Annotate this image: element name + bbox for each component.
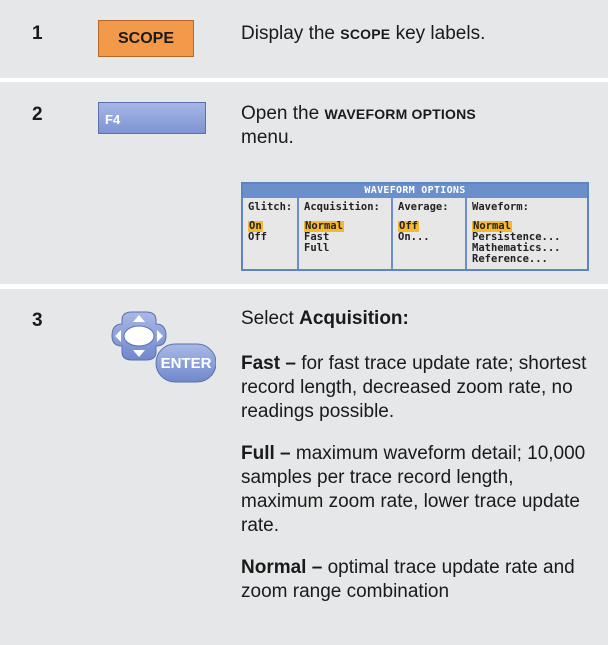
option[interactable]: On... bbox=[398, 232, 430, 243]
desc-key-name: SCOPE bbox=[340, 26, 391, 42]
option-list: Normal Fast Full bbox=[304, 221, 344, 254]
desc-item-normal: Normal – optimal trace update rate and z… bbox=[241, 556, 591, 604]
step-description: Open the WAVEFORM OPTIONS menu. bbox=[241, 102, 591, 150]
option[interactable]: Off bbox=[248, 232, 267, 243]
menu-title: WAVEFORM OPTIONS bbox=[243, 184, 587, 198]
pad-center bbox=[123, 325, 155, 347]
navigation-keypad-icon[interactable]: ENTER bbox=[96, 306, 216, 386]
enter-key-label: ENTER bbox=[161, 355, 212, 372]
desc-text: Select bbox=[241, 308, 300, 329]
option[interactable]: Full bbox=[304, 243, 344, 254]
item-text: maximum waveform detail; 10,000 samples … bbox=[241, 443, 586, 536]
scope-key[interactable]: SCOPE bbox=[98, 20, 194, 57]
step-number: 3 bbox=[32, 310, 43, 331]
desc-text: key labels. bbox=[390, 23, 486, 44]
desc-text: Open the bbox=[241, 103, 325, 124]
menu-column-glitch: Glitch: On Off bbox=[243, 198, 297, 269]
desc-text: Display the bbox=[241, 23, 341, 44]
step-row-3: 3 ENTER Select Acquisition: Fast – for f… bbox=[0, 289, 608, 645]
item-term: Fast – bbox=[241, 353, 296, 374]
step-description: Display the SCOPE key labels. bbox=[241, 22, 591, 46]
desc-bold: Acquisition: bbox=[299, 308, 409, 329]
menu-column-average: Average: Off On... bbox=[391, 198, 465, 269]
column-header: Glitch: bbox=[248, 201, 293, 213]
desc-item-fast: Fast – for fast trace update rate; short… bbox=[241, 352, 591, 424]
option-list: On Off bbox=[248, 221, 267, 243]
menu-column-acquisition: Acquisition: Normal Fast Full bbox=[297, 198, 391, 269]
menu-columns: Glitch: On Off Acquisition: Normal Fast … bbox=[243, 198, 587, 269]
manual-page: 1 SCOPE Display the SCOPE key labels. 2 … bbox=[0, 0, 608, 645]
step-number: 1 bbox=[32, 23, 43, 44]
option-list: Normal Persistence... Mathematics... Ref… bbox=[472, 221, 561, 265]
item-term: Normal – bbox=[241, 557, 323, 578]
waveform-options-menu: WAVEFORM OPTIONS Glitch: On Off Acquisit… bbox=[241, 182, 589, 271]
desc-item-full: Full – maximum waveform detail; 10,000 s… bbox=[241, 442, 591, 538]
step-row-1: 1 SCOPE Display the SCOPE key labels. bbox=[0, 0, 608, 78]
step-row-2: 2 F4 Open the WAVEFORM OPTIONS menu. WAV… bbox=[0, 82, 608, 284]
item-term: Full – bbox=[241, 443, 291, 464]
step-number: 2 bbox=[32, 104, 43, 125]
f4-key[interactable]: F4 bbox=[98, 102, 206, 134]
option[interactable]: Reference... bbox=[472, 254, 561, 265]
column-header: Average: bbox=[398, 201, 449, 213]
column-header: Waveform: bbox=[472, 201, 529, 213]
desc-menu-name: WAVEFORM OPTIONS bbox=[324, 106, 476, 122]
column-header: Acquisition: bbox=[304, 201, 380, 213]
menu-column-waveform: Waveform: Normal Persistence... Mathemat… bbox=[465, 198, 587, 269]
desc-text: menu. bbox=[241, 127, 294, 148]
option-list: Off On... bbox=[398, 221, 430, 243]
step-description: Select Acquisition: Fast – for fast trac… bbox=[241, 307, 591, 622]
desc-heading: Select Acquisition: bbox=[241, 307, 591, 331]
